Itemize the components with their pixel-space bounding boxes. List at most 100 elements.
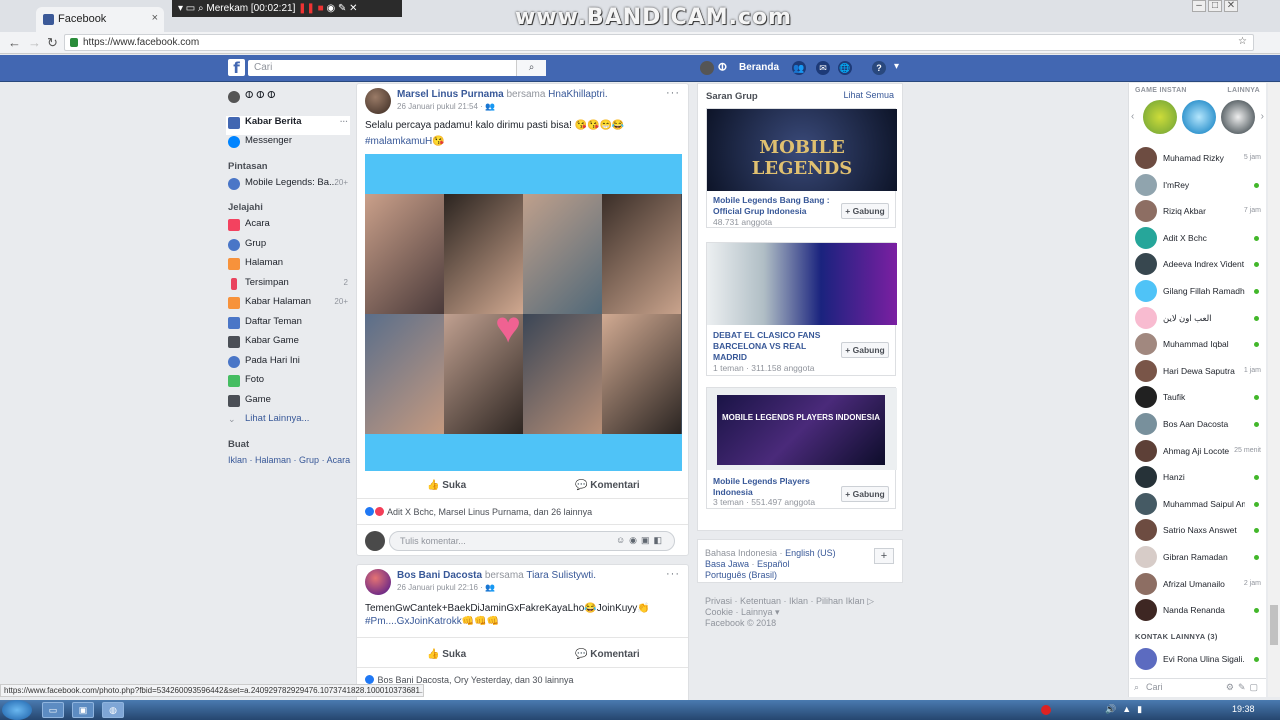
- tagged-user[interactable]: HnaKhillaptri.: [548, 89, 607, 100]
- more-options-icon[interactable]: ···: [666, 568, 680, 580]
- group-name[interactable]: DEBAT EL CLASICO FANS BARCELONA VS REAL …: [713, 330, 831, 363]
- chevron-right-icon[interactable]: ›: [1261, 111, 1264, 122]
- comment-input[interactable]: Tulis komentar... ☺◉▣◧: [389, 531, 675, 551]
- chat-contact[interactable]: I'mRey: [1135, 173, 1261, 198]
- chat-contact[interactable]: Gibran Ramadan: [1135, 546, 1261, 570]
- create-event-link[interactable]: Acara: [327, 455, 351, 465]
- left-nav-profile[interactable]: ⵀ ⵀ ⵀ: [228, 90, 350, 110]
- sidebar-item-pages-feed[interactable]: Kabar Halaman 20+: [228, 296, 350, 316]
- close-icon[interactable]: ✕: [1224, 0, 1238, 12]
- chat-contact[interactable]: Bos Aan Dacosta: [1135, 413, 1261, 437]
- url-input[interactable]: https://www.facebook.com ☆: [64, 34, 1254, 51]
- post-hashtag[interactable]: #Pm....GxJoinKatrokk👊👊👊: [365, 616, 499, 627]
- chat-contact[interactable]: العب اون لاين: [1135, 306, 1261, 331]
- bandicam-recorder-bar[interactable]: ▾ ▭ ⌕ Merekam [00:02:21] ❚❚ ■ ◉ ✎ ✕: [172, 0, 402, 17]
- language-english-link[interactable]: English (US): [785, 548, 836, 558]
- sidebar-item-news-feed[interactable]: Kabar Berita ···: [226, 115, 350, 135]
- group-name[interactable]: Mobile Legends Players Indonesia: [713, 476, 833, 498]
- chat-contact[interactable]: Muhammad Saipul Anwar: [1135, 492, 1261, 517]
- tab-close-icon[interactable]: ×: [152, 12, 158, 24]
- facebook-logo-icon[interactable]: f: [228, 59, 245, 77]
- post-author[interactable]: Marsel Linus Purnama: [397, 89, 504, 100]
- footer-links-2[interactable]: Cookie · Lainnya ▾: [705, 607, 780, 618]
- sidebar-item-games[interactable]: Game: [228, 394, 350, 414]
- messenger-icon[interactable]: ✉: [816, 61, 830, 75]
- post-timestamp[interactable]: 26 Januari pukul 21:54 ·: [397, 102, 485, 111]
- sidebar-item-photos[interactable]: Foto: [228, 374, 350, 394]
- avatar[interactable]: [365, 569, 391, 595]
- comment-tools-icon[interactable]: ☺◉▣◧: [616, 535, 666, 546]
- chevron-down-icon[interactable]: ▾ ▭ ⌕: [178, 3, 206, 14]
- group-cover-image[interactable]: MOBILE LEGENDS: [707, 109, 897, 191]
- chat-search-input[interactable]: ⌕ Cari ⚙✎▢: [1130, 678, 1266, 696]
- group-cover-image[interactable]: MOBILE LEGENDS PLAYERS INDONESIA: [717, 395, 885, 465]
- sidebar-item-on-this-day[interactable]: Pada Hari Ini: [228, 355, 350, 375]
- chat-contact[interactable]: Ahmag Aji Locote 25 menit: [1135, 439, 1261, 464]
- notifications-icon[interactable]: 🌐: [838, 61, 852, 75]
- more-games-link[interactable]: LAINNYA: [1227, 87, 1260, 94]
- pause-icon[interactable]: ❚❚: [298, 3, 318, 14]
- create-ad-link[interactable]: Iklan: [228, 455, 247, 465]
- chrome-taskbar-icon[interactable]: ◍: [102, 702, 124, 718]
- sidebar-item-friends-list[interactable]: Daftar Teman: [228, 316, 350, 336]
- join-group-button[interactable]: + Gabung: [841, 342, 889, 358]
- chat-contact[interactable]: Hari Dewa Saputra 1 jam: [1135, 359, 1261, 384]
- search-button[interactable]: ⌕: [516, 60, 546, 76]
- group-cover-image[interactable]: [707, 243, 897, 325]
- profile-link[interactable]: ⵀ: [700, 61, 727, 75]
- back-icon[interactable]: ←: [8, 35, 21, 50]
- media-taskbar-icon[interactable]: ▣: [72, 702, 94, 718]
- sidebar-item-saved[interactable]: Tersimpan 2: [228, 277, 350, 297]
- chat-contact[interactable]: Adit X Bchc: [1135, 226, 1261, 251]
- chat-contact[interactable]: Evi Rona Ulina Sigali...: [1135, 648, 1261, 672]
- comment-button[interactable]: 💬 Komentari: [575, 480, 640, 491]
- taskbar-clock[interactable]: 19:38: [1232, 704, 1255, 714]
- chat-contact[interactable]: Hanzi: [1135, 466, 1261, 490]
- star-icon[interactable]: ☆: [1238, 36, 1247, 47]
- post-author[interactable]: Bos Bani Dacosta: [397, 570, 482, 581]
- game-icon[interactable]: [1221, 100, 1255, 134]
- scrollbar-thumb[interactable]: [1270, 605, 1278, 645]
- recording-indicator-icon[interactable]: [1041, 705, 1051, 715]
- chat-contact[interactable]: Adeeva Indrex Vident X: [1135, 253, 1261, 277]
- create-page-link[interactable]: Halaman: [255, 455, 291, 465]
- like-button[interactable]: 👍 Suka: [427, 649, 466, 660]
- like-button[interactable]: 👍 Suka: [427, 480, 466, 491]
- game-icon[interactable]: [1182, 100, 1216, 134]
- reaction-summary[interactable]: Adit X Bchc, Marsel Linus Purnama, dan 2…: [365, 507, 592, 517]
- tray-icons[interactable]: 🔊▲▮: [1105, 704, 1148, 715]
- see-more-link[interactable]: ⌄ Lihat Lainnya...: [228, 413, 350, 433]
- sidebar-item-pages[interactable]: Halaman: [228, 257, 350, 277]
- add-language-button[interactable]: +: [874, 548, 894, 564]
- language-portuguese-link[interactable]: Português (Brasil): [705, 570, 777, 580]
- language-spanish-link[interactable]: Español: [757, 559, 790, 569]
- explorer-taskbar-icon[interactable]: ▭: [42, 702, 64, 718]
- more-options-icon[interactable]: ···: [666, 87, 680, 99]
- window-controls[interactable]: – □ ✕: [1190, 0, 1238, 14]
- home-link[interactable]: Beranda: [739, 62, 779, 73]
- join-group-button[interactable]: + Gabung: [841, 486, 889, 502]
- chat-contact[interactable]: Afrizal Umanailo 2 jam: [1135, 572, 1261, 597]
- join-group-button[interactable]: + Gabung: [841, 203, 889, 219]
- chat-contact[interactable]: Muhamad Rizky 5 jam: [1135, 147, 1261, 171]
- comment-button[interactable]: 💬 Komentari: [575, 649, 640, 660]
- sidebar-item-shortcut[interactable]: Mobile Legends: Ba... 20+: [228, 177, 350, 197]
- search-input[interactable]: Cari ⌕: [248, 60, 546, 76]
- chat-settings-icon[interactable]: ⚙✎▢: [1226, 682, 1262, 693]
- stop-icon[interactable]: ■: [318, 3, 324, 14]
- chat-contact[interactable]: Taufik: [1135, 386, 1261, 410]
- start-button-icon[interactable]: [2, 700, 32, 720]
- chat-contact[interactable]: Satrio Naxs Answet: [1135, 519, 1261, 543]
- forward-icon[interactable]: →: [28, 35, 41, 50]
- account-menu-icon[interactable]: ▾: [894, 61, 899, 72]
- create-group-link[interactable]: Grup: [299, 455, 319, 465]
- game-icon[interactable]: [1143, 100, 1177, 134]
- chat-contact[interactable]: Muhammad Iqbal: [1135, 333, 1261, 357]
- browser-tab[interactable]: Facebook ×: [36, 7, 164, 32]
- chat-contact[interactable]: Nanda Renanda: [1135, 599, 1261, 623]
- avatar[interactable]: [365, 88, 391, 114]
- language-javanese-link[interactable]: Basa Jawa: [705, 559, 749, 569]
- footer-links-1[interactable]: Privasi · Ketentuan · Iklan · Pilihan Ik…: [705, 596, 874, 607]
- reload-icon[interactable]: ↻: [47, 35, 58, 51]
- post-timestamp[interactable]: 26 Januari pukul 22:16 ·: [397, 583, 485, 592]
